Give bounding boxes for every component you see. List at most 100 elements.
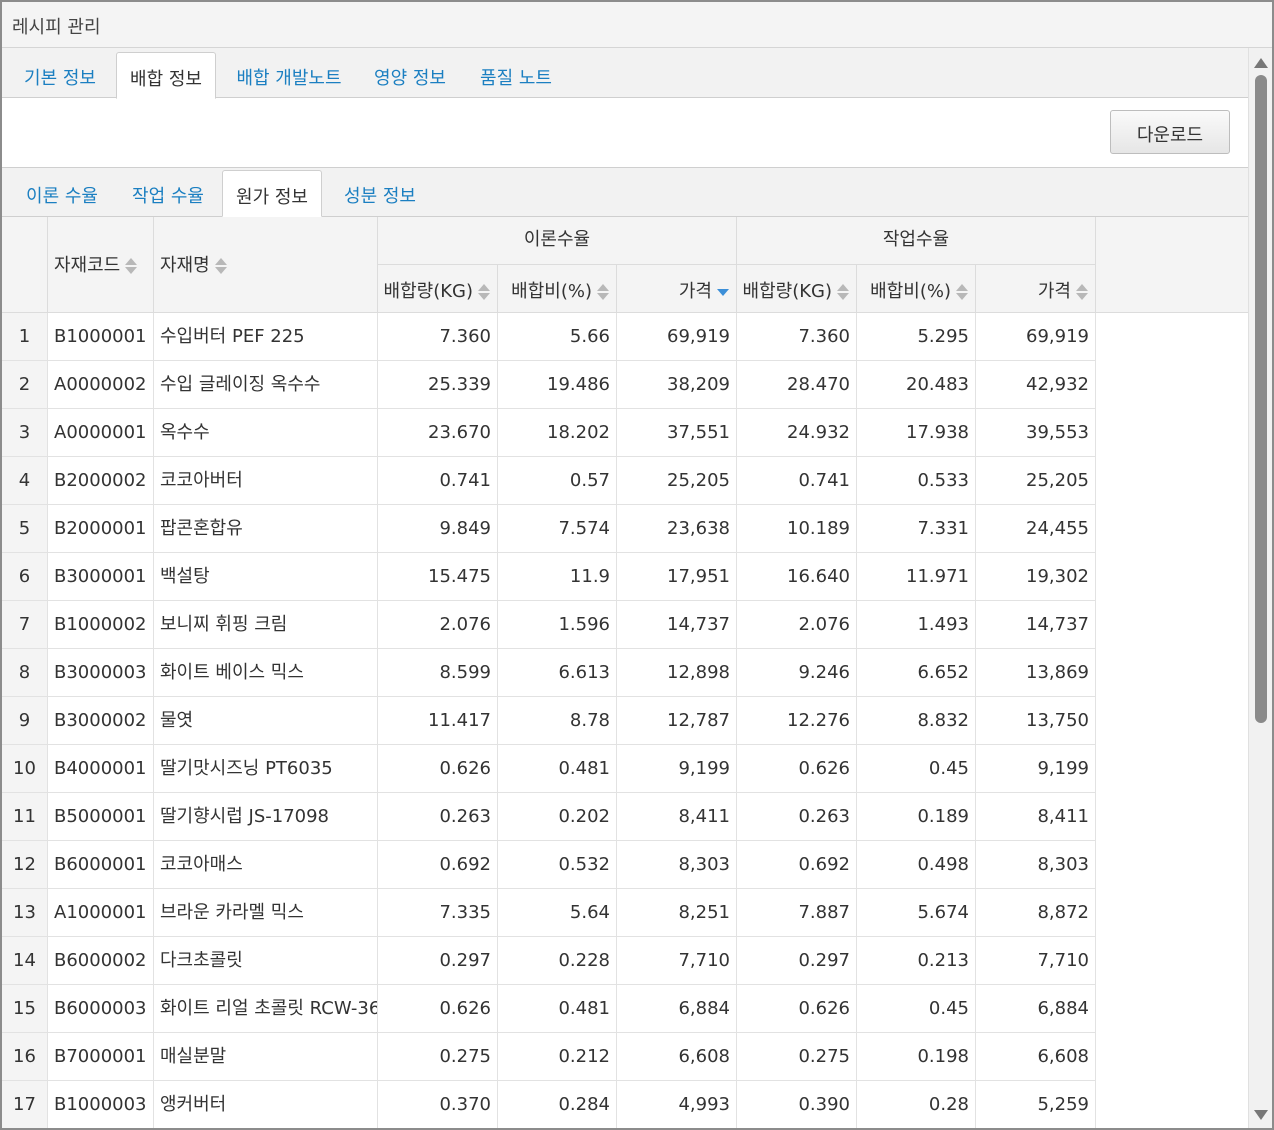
work-amount-cell: 16.640 (737, 553, 857, 600)
theory-amount-cell: 23.670 (378, 409, 498, 456)
table-row[interactable]: 17 B1000003 앵커버터 0.370 0.284 4,993 0.390 0.28 5,… (2, 1081, 1096, 1128)
table-row[interactable]: 7 B1000002 보니찌 휘핑 크림 2.076 1.596 14,737 2.076 1… (2, 601, 1096, 649)
tab-formula-dev-note[interactable]: 배합 개발노트 (224, 52, 354, 98)
vertical-scrollbar[interactable] (1248, 48, 1272, 1128)
code-cell: B5000001 (48, 793, 154, 840)
work-ratio-cell: 5.674 (857, 889, 976, 936)
theory-price-cell: 7,710 (617, 937, 737, 984)
table-row[interactable]: 9 B3000002 물엿 11.417 8.78 12,787 12.276 8.832 13… (2, 697, 1096, 745)
table-row[interactable]: 1 B1000001 수입버터 PEF 225 7.360 5.66 69,919 7.36… (2, 313, 1096, 361)
name-cell: 코코아버터 (154, 457, 378, 504)
scroll-thumb[interactable] (1255, 75, 1267, 723)
work-price-cell: 19,302 (976, 553, 1096, 600)
work-ratio-cell: 1.493 (857, 601, 976, 648)
work-price-cell: 14,737 (976, 601, 1096, 648)
theory-amount-cell: 7.360 (378, 313, 498, 360)
tab-formula-info[interactable]: 배합 정보 (116, 52, 216, 99)
sort-icon[interactable] (124, 256, 138, 276)
subtab-work-yield[interactable]: 작업 수율 (120, 170, 216, 216)
scroll-up-arrow-icon[interactable] (1254, 58, 1268, 68)
download-button[interactable]: 다운로드 (1110, 110, 1230, 154)
subtab-theory-yield[interactable]: 이론 수율 (12, 170, 112, 216)
table-row[interactable]: 10 B4000001 딸기맛시즈닝 PT6035 0.626 0.481 9,199 0.… (2, 745, 1096, 793)
tab-basic-info[interactable]: 기본 정보 (12, 52, 108, 98)
work-ratio-cell: 0.213 (857, 937, 976, 984)
table-row[interactable]: 5 B2000001 팝콘혼합유 9.849 7.574 23,638 10.189 7.33… (2, 505, 1096, 553)
sub-tab-bar: 이론 수율 작업 수율 원가 정보 성분 정보 (2, 167, 1248, 217)
theory-ratio-cell: 11.9 (498, 553, 617, 600)
sort-icon[interactable] (836, 282, 850, 302)
theory-amount-cell: 0.370 (378, 1081, 498, 1128)
work-ratio-cell: 5.295 (857, 313, 976, 360)
theory-amount-cell: 2.076 (378, 601, 498, 648)
work-amount-cell: 28.470 (737, 361, 857, 408)
scroll-down-arrow-icon[interactable] (1254, 1110, 1268, 1120)
column-header-label: 배합비(%) (511, 281, 592, 302)
name-cell: 매실분말 (154, 1033, 378, 1080)
sort-icon[interactable] (214, 256, 228, 276)
work-amount-cell: 10.189 (737, 505, 857, 552)
code-cell: B4000001 (48, 745, 154, 792)
column-header-work-ratio[interactable]: 배합비(%) (857, 265, 976, 313)
table-row[interactable]: 4 B2000002 코코아버터 0.741 0.57 25,205 0.741 0.533 2… (2, 457, 1096, 505)
work-ratio-cell: 0.45 (857, 985, 976, 1032)
work-amount-cell: 0.626 (737, 745, 857, 792)
code-cell: B1000002 (48, 601, 154, 648)
theory-ratio-cell: 18.202 (498, 409, 617, 456)
table-row[interactable]: 16 B7000001 매실분말 0.275 0.212 6,608 0.275 0.198 6… (2, 1033, 1096, 1081)
subtab-ingredient-info[interactable]: 성분 정보 (330, 170, 430, 216)
code-cell: B3000002 (48, 697, 154, 744)
sort-icon[interactable] (477, 282, 491, 302)
theory-price-cell: 8,303 (617, 841, 737, 888)
table-row[interactable]: 14 B6000002 다크초콜릿 0.297 0.228 7,710 0.297 0.213… (2, 937, 1096, 985)
table-row[interactable]: 15 B6000003 화이트 리얼 초콜릿 RCW-363 0.626 0.481 6,… (2, 985, 1096, 1033)
theory-ratio-cell: 0.228 (498, 937, 617, 984)
column-header-name[interactable]: 자재명 (154, 217, 378, 313)
theory-ratio-cell: 8.78 (498, 697, 617, 744)
code-cell: B6000001 (48, 841, 154, 888)
tab-quality-note[interactable]: 품질 노트 (466, 52, 566, 98)
work-price-cell: 8,411 (976, 793, 1096, 840)
code-cell: B3000003 (48, 649, 154, 696)
work-amount-cell: 12.276 (737, 697, 857, 744)
theory-amount-cell: 0.263 (378, 793, 498, 840)
table-row[interactable]: 8 B3000003 화이트 베이스 믹스 8.599 6.613 12,898 9.246… (2, 649, 1096, 697)
row-number-cell: 2 (2, 361, 48, 408)
table-row[interactable]: 6 B3000001 백설탕 15.475 11.9 17,951 16.640 11.971… (2, 553, 1096, 601)
theory-amount-cell: 0.626 (378, 745, 498, 792)
sort-desc-icon[interactable] (716, 282, 730, 302)
table-row[interactable]: 3 A0000001 옥수수 23.670 18.202 37,551 24.932 17.9… (2, 409, 1096, 457)
code-cell: B6000002 (48, 937, 154, 984)
theory-amount-cell: 0.297 (378, 937, 498, 984)
column-header-code-label: 자재코드 (54, 255, 121, 276)
cost-info-grid: 자재코드 자재명 이론수율 작업수율 배합량(KG) 배합비(%) 가격 배합량… (2, 217, 1248, 1128)
column-header-code[interactable]: 자재코드 (48, 217, 154, 313)
work-price-cell: 6,884 (976, 985, 1096, 1032)
work-price-cell: 9,199 (976, 745, 1096, 792)
sort-icon[interactable] (596, 282, 610, 302)
column-header-work-price[interactable]: 가격 (976, 265, 1096, 313)
theory-price-cell: 8,251 (617, 889, 737, 936)
table-row[interactable]: 11 B5000001 딸기향시럽 JS-17098 0.263 0.202 8,411 0… (2, 793, 1096, 841)
row-number-cell: 15 (2, 985, 48, 1032)
tab-nutrition-info[interactable]: 영양 정보 (362, 52, 458, 98)
work-ratio-cell: 0.28 (857, 1081, 976, 1128)
theory-amount-cell: 15.475 (378, 553, 498, 600)
name-cell: 물엿 (154, 697, 378, 744)
column-header-work-amount[interactable]: 배합량(KG) (737, 265, 857, 313)
theory-amount-cell: 0.275 (378, 1033, 498, 1080)
column-header-label: 가격 (678, 281, 712, 302)
theory-ratio-cell: 5.64 (498, 889, 617, 936)
column-header-theory-amount[interactable]: 배합량(KG) (378, 265, 498, 313)
column-header-theory-ratio[interactable]: 배합비(%) (498, 265, 617, 313)
subtab-cost-info[interactable]: 원가 정보 (222, 170, 322, 217)
table-row[interactable]: 12 B6000001 코코아매스 0.692 0.532 8,303 0.692 0.498… (2, 841, 1096, 889)
sort-icon[interactable] (955, 282, 969, 302)
table-row[interactable]: 13 A1000001 브라운 카라멜 믹스 7.335 5.64 8,251 7.887 5… (2, 889, 1096, 937)
row-number-cell: 13 (2, 889, 48, 936)
work-ratio-cell: 0.45 (857, 745, 976, 792)
sort-icon[interactable] (1075, 282, 1089, 302)
name-cell: 옥수수 (154, 409, 378, 456)
column-header-theory-price[interactable]: 가격 (617, 265, 737, 313)
table-row[interactable]: 2 A0000002 수입 글레이징 옥수수 25.339 19.486 38,209 28… (2, 361, 1096, 409)
